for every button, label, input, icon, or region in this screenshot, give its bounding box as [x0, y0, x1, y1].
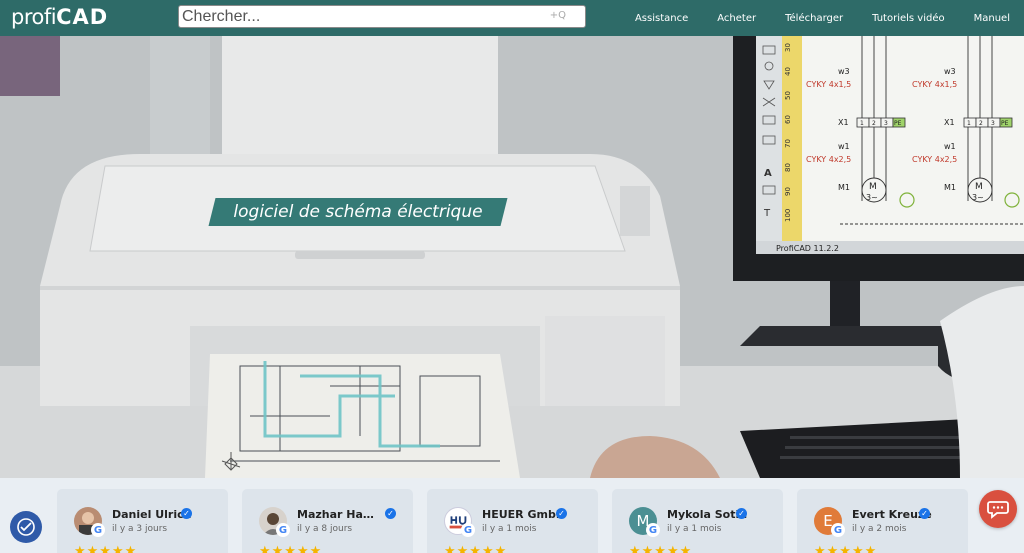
review-card[interactable]: G Mazhar Hamm... ✓ il y a 8 jours ★★★★★ — [242, 489, 413, 553]
screen-label-w1b: w1 — [944, 142, 956, 151]
screen-label-w3: w3 — [838, 67, 850, 76]
screen-label-cable1: CYKY 4x1,5 — [806, 80, 851, 89]
reviewer-name: Mykola Sotin — [667, 508, 748, 521]
google-icon: G — [646, 523, 660, 537]
ruler-mark-70: 70 — [784, 139, 792, 148]
star-rating-icon: ★★★★★ — [814, 544, 878, 553]
terminal-3b: 3 — [991, 120, 995, 127]
star-rating-icon: ★★★★★ — [74, 544, 138, 553]
screen-tool-text: A — [764, 168, 772, 179]
screen-label-w3b: w3 — [944, 67, 956, 76]
review-card[interactable]: M G Mykola Sotin ✓ il y a 1 mois ★★★★★ — [612, 489, 783, 553]
terminal-1b: 1 — [967, 120, 971, 127]
nav-link-manuel[interactable]: Manuel — [974, 13, 1010, 24]
screen-label-cable2b: CYKY 4x2,5 — [912, 155, 957, 164]
review-time: il y a 3 jours — [112, 524, 168, 534]
search-input[interactable] — [182, 7, 542, 26]
review-card[interactable]: G Daniel Ulrich ✓ il y a 3 jours ★★★★★ — [57, 489, 228, 553]
screen-label-cable2: CYKY 4x2,5 — [806, 155, 851, 164]
screen-label-m1b: M1 — [944, 183, 956, 192]
reviews-strip: G Daniel Ulrich ✓ il y a 3 jours ★★★★★ G… — [0, 478, 1024, 553]
google-icon: G — [276, 523, 290, 537]
search-icon[interactable]: +Q — [550, 10, 566, 21]
review-time: il y a 1 mois — [667, 524, 722, 534]
hero-photo-illustration: 30 40 50 60 70 80 90 100 A T 1 2 3 PE 1 … — [0, 36, 1024, 478]
ruler-mark-40: 40 — [784, 67, 792, 76]
top-navbar: profi CAD +Q Assistance Acheter Téléchar… — [0, 0, 1024, 36]
terminal-2: 2 — [872, 120, 876, 127]
terminal-2b: 2 — [979, 120, 983, 127]
hero-tagline-text: logiciel de schéma électrique — [233, 202, 483, 222]
screen-label-x1: X1 — [838, 118, 849, 127]
terminal-pe: PE — [894, 120, 902, 127]
ruler-mark-60: 60 — [784, 115, 792, 124]
chat-icon[interactable] — [979, 490, 1017, 528]
star-rating-icon: ★★★★★ — [444, 544, 508, 553]
verified-icon: ✓ — [919, 508, 930, 519]
logo-text-profi: profi — [11, 5, 57, 29]
review-time: il y a 8 jours — [297, 524, 353, 534]
hero-tagline: logiciel de schéma électrique — [208, 198, 508, 226]
accessibility-badge-icon[interactable] — [10, 511, 42, 543]
star-rating-icon: ★★★★★ — [259, 544, 323, 553]
screen-label-x1b: X1 — [944, 118, 955, 127]
terminal-peb: PE — [1001, 120, 1009, 127]
reviewer-name: Daniel Ulrich — [112, 508, 192, 521]
motor-label-1: M — [869, 182, 877, 192]
nav-link-acheter[interactable]: Acheter — [717, 13, 756, 24]
nav-link-tutoriels-video[interactable]: Tutoriels vidéo — [872, 13, 945, 24]
ruler-mark-30: 30 — [784, 43, 792, 52]
terminal-1: 1 — [860, 120, 864, 127]
verified-icon: ✓ — [556, 508, 567, 519]
nav-link-assistance[interactable]: Assistance — [635, 13, 688, 24]
reviewer-name: HEUER GmbH — [482, 508, 566, 521]
search-box: +Q — [178, 5, 586, 28]
star-rating-icon: ★★★★★ — [629, 544, 693, 553]
hero-banner: 30 40 50 60 70 80 90 100 A T 1 2 3 PE 1 … — [0, 36, 1024, 478]
nav-link-telecharger[interactable]: Télécharger — [785, 13, 843, 24]
review-card[interactable]: E G Evert Kreuze ✓ il y a 2 mois ★★★★★ — [797, 489, 968, 553]
review-time: il y a 1 mois — [482, 524, 537, 534]
google-icon: G — [461, 523, 475, 537]
screen-status-text: ProfiCAD 11.2.2 — [776, 244, 839, 253]
motor-sub-1: 3~ — [866, 193, 878, 202]
motor-label-2: M — [975, 182, 983, 192]
screen-label-w1: w1 — [838, 142, 850, 151]
screen-label-cable1b: CYKY 4x1,5 — [912, 80, 957, 89]
logo-text-cad: CAD — [56, 5, 109, 29]
terminal-3: 3 — [884, 120, 888, 127]
screen-label-m1: M1 — [838, 183, 850, 192]
google-icon: G — [91, 523, 105, 537]
review-card[interactable]: G HEUER GmbH ✓ il y a 1 mois ★★★★★ — [427, 489, 598, 553]
ruler-mark-80: 80 — [784, 163, 792, 172]
ruler-mark-90: 90 — [784, 187, 792, 196]
review-time: il y a 2 mois — [852, 524, 907, 534]
verified-icon: ✓ — [385, 508, 396, 519]
motor-sub-2: 3~ — [972, 193, 984, 202]
reviewer-name: Mazhar Hamm... — [297, 508, 382, 521]
ruler-mark-100: 100 — [784, 209, 792, 222]
google-icon: G — [831, 523, 845, 537]
proficad-logo[interactable]: profi CAD — [11, 5, 108, 29]
verified-icon: ✓ — [181, 508, 192, 519]
ruler-mark-50: 50 — [784, 91, 792, 100]
verified-icon: ✓ — [736, 508, 747, 519]
screen-tool-text2: T — [763, 208, 771, 219]
main-nav: Assistance Acheter Télécharger Tutoriels… — [606, 0, 1024, 36]
